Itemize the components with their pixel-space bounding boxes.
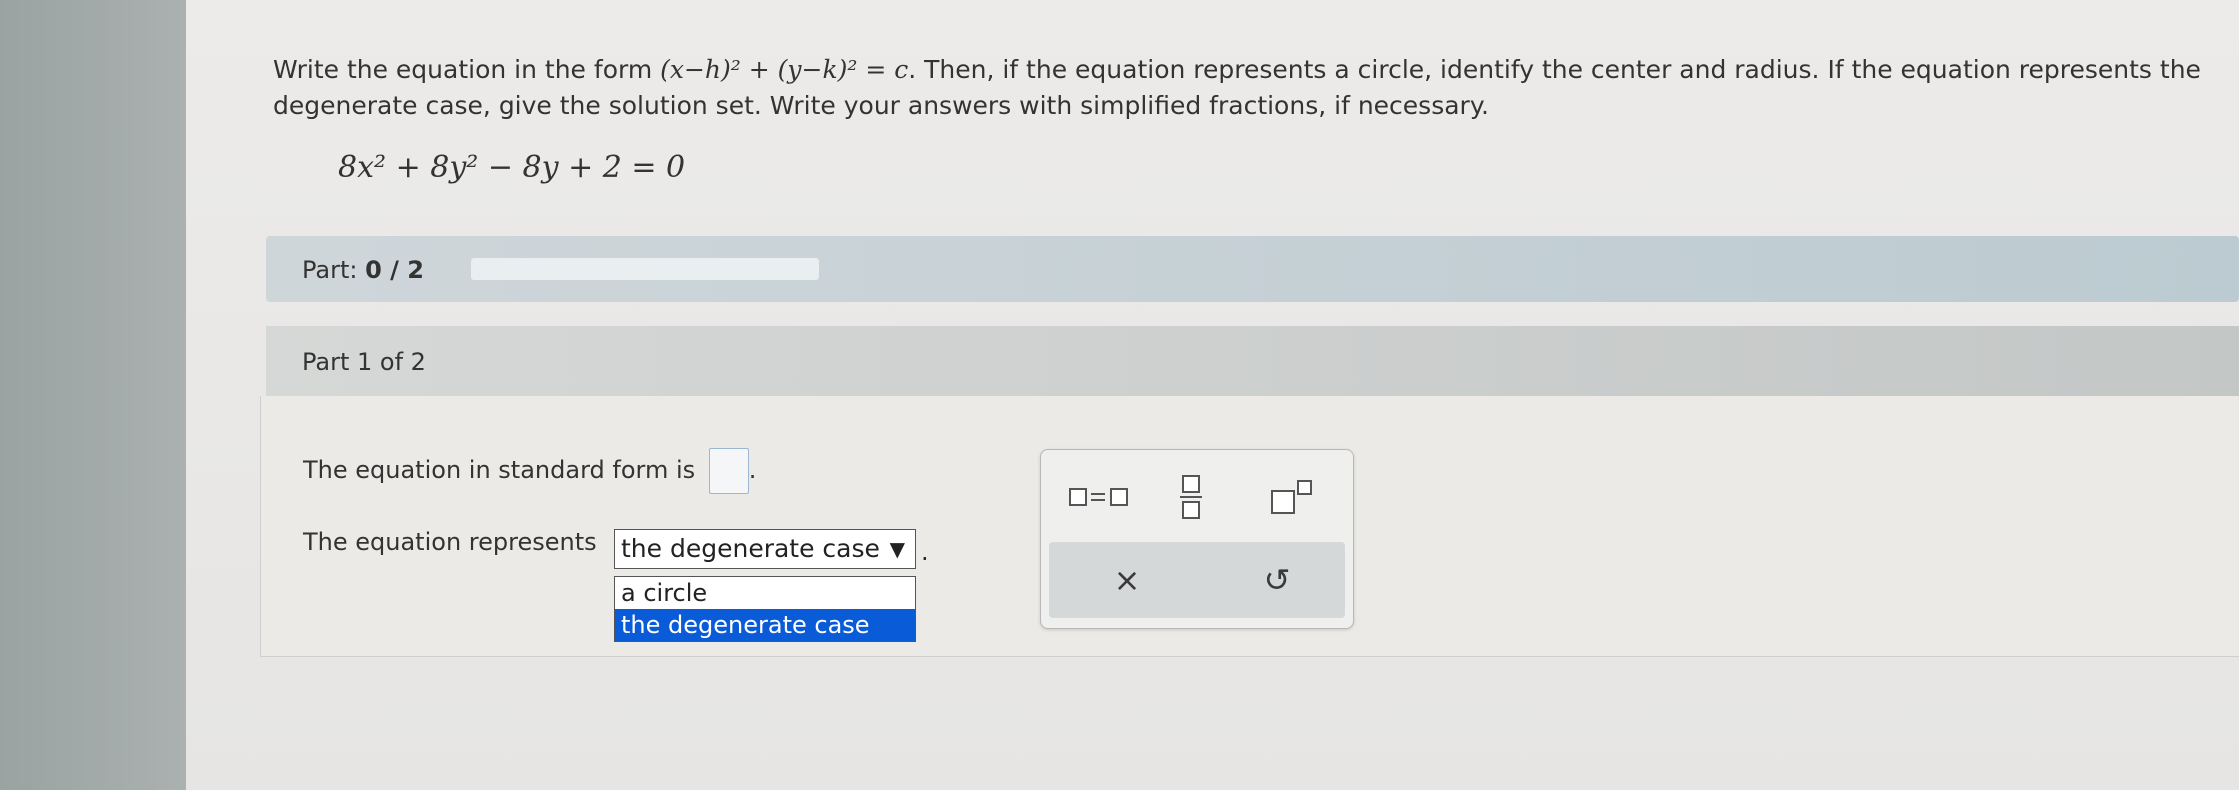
- exponent-icon: [1271, 480, 1312, 514]
- question-instructions: Write the equation in the form (x−h)² + …: [273, 52, 2233, 124]
- represents-dropdown-list: a circle the degenerate case: [614, 576, 916, 642]
- part-progress-label: Part: 0 / 2: [302, 256, 424, 284]
- option-degenerate-case[interactable]: the degenerate case: [615, 609, 915, 641]
- part-progress-bar: Part: 0 / 2: [266, 236, 2239, 302]
- represents-label: The equation represents: [303, 528, 597, 556]
- left-margin: [0, 0, 186, 790]
- option-a-circle[interactable]: a circle: [615, 577, 915, 609]
- close-icon: ×: [1113, 561, 1141, 599]
- represents-select-value: the degenerate case: [621, 534, 880, 563]
- standard-form-label: The equation in standard form is: [303, 456, 696, 484]
- given-equation: 8x² + 8y² − 8y + 2 = 0: [338, 150, 686, 185]
- standard-form-line: The equation in standard form is .: [303, 448, 756, 494]
- exponent-button[interactable]: [1251, 472, 1331, 522]
- fraction-icon: [1180, 475, 1202, 519]
- undo-icon: ↺: [1263, 561, 1291, 599]
- instruction-prefix: Write the equation in the form: [273, 55, 661, 84]
- math-toolbox: × ↺: [1040, 449, 1354, 629]
- clear-button[interactable]: ×: [1097, 556, 1157, 604]
- equals-template-button[interactable]: [1059, 472, 1139, 522]
- standard-form-answer-input[interactable]: [708, 448, 749, 494]
- undo-button[interactable]: ↺: [1247, 556, 1307, 604]
- progress-track: [471, 258, 819, 280]
- part-body: The equation in standard form is . The e…: [260, 396, 2239, 657]
- fraction-button[interactable]: [1161, 472, 1221, 522]
- part-header-label: Part 1 of 2: [302, 348, 426, 376]
- part-progress-value: 0 / 2: [365, 256, 424, 284]
- toolbox-actions: × ↺: [1049, 542, 1345, 618]
- equals-template-icon: [1069, 488, 1128, 506]
- represents-select[interactable]: the degenerate case ▼: [614, 529, 916, 569]
- form-equation: (x−h)² + (y−k)² = c: [660, 55, 909, 84]
- dropdown-arrow-icon: ▼: [889, 537, 905, 561]
- question-page: Write the equation in the form (x−h)² + …: [186, 0, 2239, 790]
